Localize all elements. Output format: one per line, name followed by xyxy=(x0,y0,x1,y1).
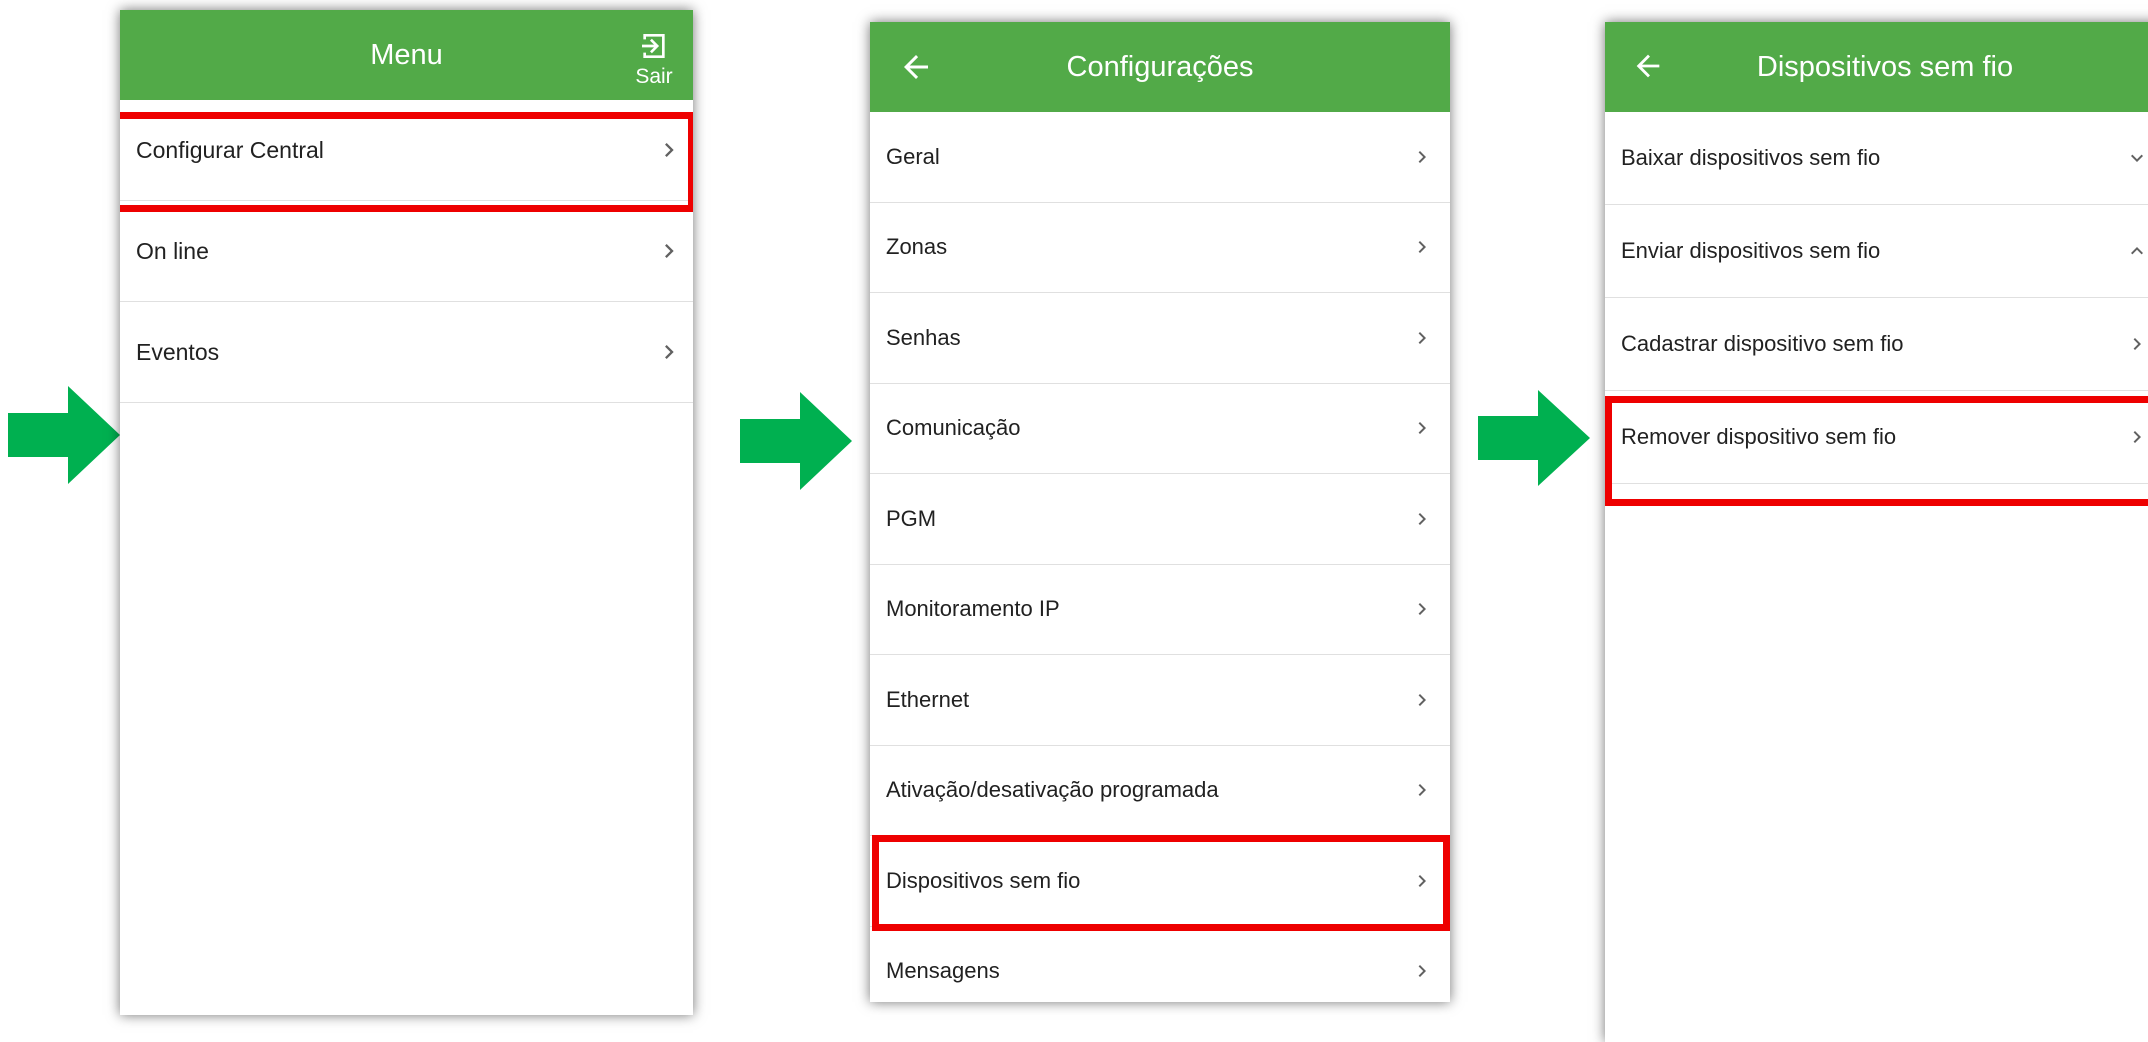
configuracoes-title: Configurações xyxy=(1066,51,1254,83)
dispositivos-list: Baixar dispositivos sem fio Enviar dispos… xyxy=(1605,112,2148,484)
list-item-label: Enviar dispositivos sem fio xyxy=(1621,238,1881,263)
exit-label: Sair xyxy=(635,65,673,88)
list-item-label: Baixar dispositivos sem fio xyxy=(1621,145,1881,170)
exit-icon xyxy=(642,34,665,58)
list-item-label: On line xyxy=(136,237,209,264)
list-item-enviar-dispositivos-sem-fio[interactable]: Enviar dispositivos sem fio xyxy=(1605,205,2148,298)
chevron-right-icon xyxy=(1418,874,1426,887)
list-item-on-line[interactable]: On line xyxy=(120,201,693,302)
list-item-configurar-central[interactable]: Configurar Central xyxy=(120,100,693,201)
list-item-label: PGM xyxy=(886,505,937,531)
list-item-ethernet[interactable]: Ethernet xyxy=(870,655,1450,746)
list-item-ativa-o-desativa-o-programada[interactable]: Ativação/desativação programada xyxy=(870,746,1450,836)
chevron-down-icon xyxy=(2131,154,2143,162)
list-item-pgm[interactable]: PGM xyxy=(870,474,1450,565)
list-item-comunica-o[interactable]: Comunicação xyxy=(870,384,1450,474)
chevron-up-icon xyxy=(2131,247,2143,255)
list-item-label: Remover dispositivo sem fio xyxy=(1621,424,1897,449)
configuracoes-app-bar: Configurações xyxy=(870,22,1450,112)
list-item-label: Dispositivos sem fio xyxy=(886,867,1081,893)
configuracoes-screen: Configurações Geral Zonas Senhas Comunicaçã… xyxy=(870,22,1450,1002)
list-item-label: Senhas xyxy=(886,324,961,350)
list-item-label: Configurar Central xyxy=(136,136,324,163)
exit-button[interactable]: Sair xyxy=(629,30,679,88)
list-item-label: Mensagens xyxy=(886,958,1000,984)
list-item-label: Monitoramento IP xyxy=(886,596,1060,622)
list-item-baixar-dispositivos-sem-fio[interactable]: Baixar dispositivos sem fio xyxy=(1605,112,2148,205)
list-item-label: Eventos xyxy=(136,338,220,365)
dispositivos-sem-fio-screen: Dispositivos sem fio Baixar dispositivos… xyxy=(1605,22,2148,1042)
list-item-remover-dispositivo-sem-fio[interactable]: Remover dispositivo sem fio xyxy=(1605,391,2148,484)
chevron-right-icon xyxy=(1418,422,1426,435)
dispositivos-title: Dispositivos sem fio xyxy=(1756,51,2014,83)
list-item-label: Comunicação xyxy=(886,415,1021,441)
list-item-label: Zonas xyxy=(886,234,948,260)
list-item-label: Ativação/desativação programada xyxy=(886,777,1219,803)
chevron-right-icon xyxy=(1418,784,1426,797)
list-item-dispositivos-sem-fio[interactable]: Dispositivos sem fio xyxy=(870,836,1450,927)
configuracoes-list: Geral Zonas Senhas Comunicação PGM Monitorame… xyxy=(870,112,1450,1002)
step-arrow-1 xyxy=(8,386,120,484)
chevron-right-icon xyxy=(665,244,674,258)
list-item-eventos[interactable]: Eventos xyxy=(120,302,693,403)
step-arrow-3 xyxy=(1478,390,1590,486)
list-item-zonas[interactable]: Zonas xyxy=(870,203,1450,293)
chevron-right-icon xyxy=(1418,512,1426,525)
chevron-right-icon xyxy=(665,143,674,157)
dispositivos-app-bar: Dispositivos sem fio xyxy=(1605,22,2148,112)
chevron-right-icon xyxy=(1418,965,1426,978)
list-item-geral[interactable]: Geral xyxy=(870,112,1450,203)
list-item-label: Geral xyxy=(886,143,940,169)
chevron-right-icon xyxy=(1418,603,1426,616)
chevron-right-icon xyxy=(665,345,674,359)
list-item-senhas[interactable]: Senhas xyxy=(870,293,1450,384)
list-item-mensagens[interactable]: Mensagens xyxy=(870,927,1450,1003)
menu-screen: Menu Sair Configurar Central On line Event… xyxy=(120,10,693,1015)
step-arrow-2 xyxy=(740,392,852,490)
menu-title: Menu xyxy=(370,39,443,71)
chevron-right-icon xyxy=(2133,338,2141,350)
chevron-right-icon xyxy=(1418,241,1426,254)
menu-app-bar: Menu Sair xyxy=(120,10,693,100)
chevron-right-icon xyxy=(1418,331,1426,344)
list-item-label: Ethernet xyxy=(886,686,970,712)
chevron-right-icon xyxy=(2133,431,2141,443)
list-item-label: Cadastrar dispositivo sem fio xyxy=(1621,331,1904,356)
list-item-cadastrar-dispositivo-sem-fio[interactable]: Cadastrar dispositivo sem fio xyxy=(1605,298,2148,391)
menu-list: Configurar Central On line Eventos xyxy=(120,100,693,403)
chevron-right-icon xyxy=(1418,693,1426,706)
chevron-right-icon xyxy=(1418,150,1426,163)
list-item-monitoramento-ip[interactable]: Monitoramento IP xyxy=(870,565,1450,655)
